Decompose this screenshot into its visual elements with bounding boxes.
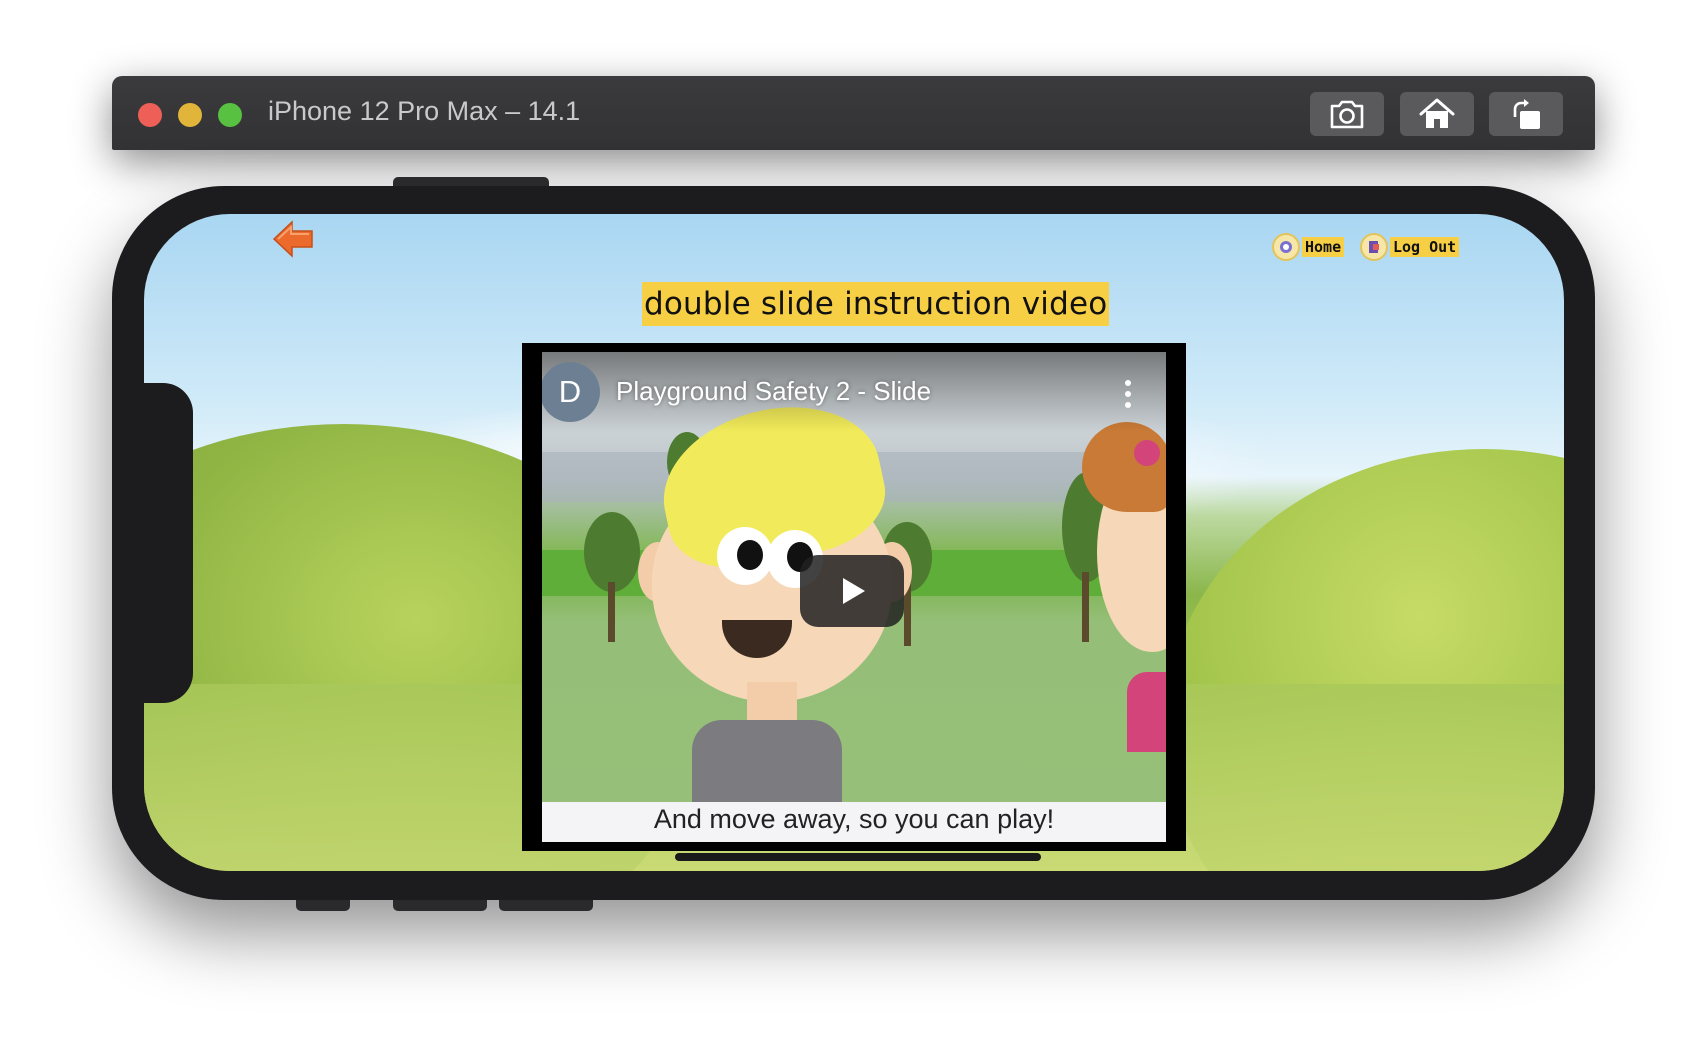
rotate-button[interactable] xyxy=(1489,92,1563,136)
nav-logout-label: Log Out xyxy=(1390,237,1460,257)
home-badge-icon xyxy=(1272,233,1300,261)
home-icon xyxy=(1419,98,1455,128)
nav-home-link[interactable]: Home xyxy=(1272,232,1345,262)
phone-side-button xyxy=(296,900,350,911)
close-window-button[interactable] xyxy=(138,103,162,127)
home-indicator[interactable] xyxy=(675,853,1041,861)
simulator-title: iPhone 12 Pro Max – 14.1 xyxy=(268,96,581,126)
video-caption-bar: And move away, so you can play! xyxy=(542,802,1166,842)
play-button[interactable] xyxy=(800,555,904,627)
nav-logout-link[interactable]: Log Out xyxy=(1360,232,1460,262)
screenshot-button[interactable] xyxy=(1310,92,1384,136)
phone-notch xyxy=(144,383,193,703)
logout-badge-icon xyxy=(1360,233,1388,261)
rotate-icon xyxy=(1513,99,1540,129)
phone-volume-button xyxy=(393,900,487,911)
video-tree xyxy=(1082,572,1089,642)
video-tree xyxy=(584,512,640,592)
video-title[interactable]: Playground Safety 2 - Slide xyxy=(616,376,931,407)
video-tree xyxy=(608,582,615,642)
video-character xyxy=(1082,422,1166,512)
video-character xyxy=(737,540,763,570)
zoom-window-button[interactable] xyxy=(218,103,242,127)
home-button[interactable] xyxy=(1400,92,1474,136)
more-vertical-icon[interactable] xyxy=(1122,380,1134,412)
nav-home-label: Home xyxy=(1302,237,1345,257)
back-arrow-icon[interactable] xyxy=(272,220,314,258)
video-character xyxy=(1134,440,1160,466)
video-character xyxy=(1127,672,1166,752)
video-player[interactable]: D Playground Safety 2 - Slide And move a… xyxy=(522,343,1186,851)
play-icon xyxy=(843,578,865,604)
video-thumbnail[interactable]: D Playground Safety 2 - Slide And move a… xyxy=(542,352,1166,842)
minimize-window-button[interactable] xyxy=(178,103,202,127)
channel-avatar[interactable]: D xyxy=(542,362,600,422)
page-title: double slide instruction video xyxy=(642,282,1110,326)
video-caption: And move away, so you can play! xyxy=(653,804,1055,834)
phone-volume-button xyxy=(499,900,593,911)
phone-side-button xyxy=(393,177,549,186)
simulator-toolbar: iPhone 12 Pro Max – 14.1 xyxy=(112,76,1595,150)
camera-icon xyxy=(1330,100,1364,129)
